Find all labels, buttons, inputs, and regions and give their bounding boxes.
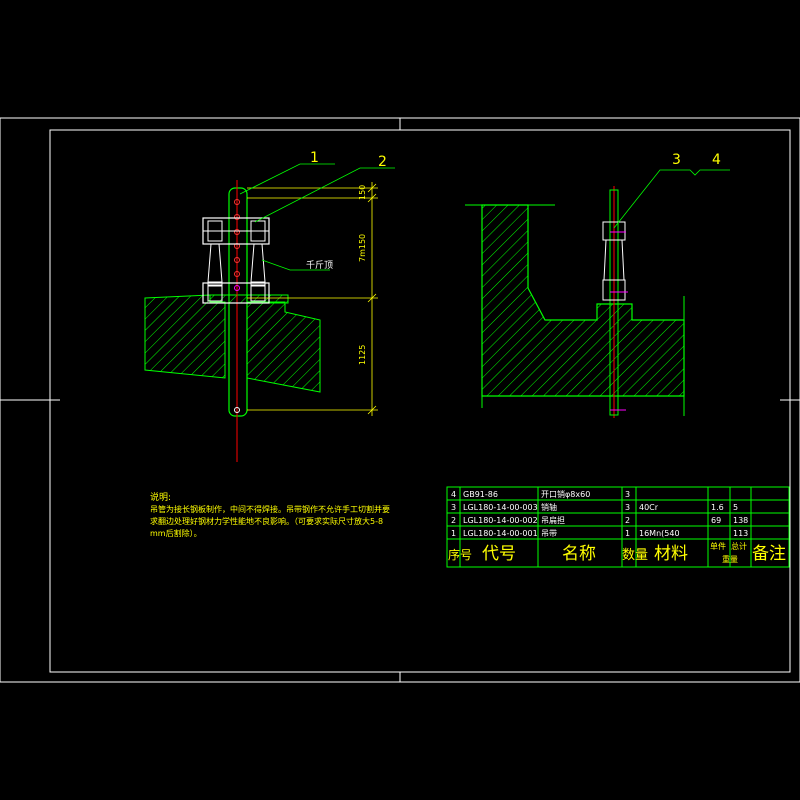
cad-drawing: 150 7m150 1125 1 2 千斤顶 3 4 说明: 吊管为接长钢板制作… (0, 117, 800, 683)
header-unit-weight: 单件 (710, 541, 726, 551)
bom-row-3-unit-weight: 1.6 (711, 503, 724, 512)
bom-row-2-qty: 2 (625, 516, 630, 525)
bom-row-4-name: 开口销φ8x60 (541, 489, 590, 499)
bom-row-3-material: 40Cr (639, 503, 659, 512)
callout-leaders-right (613, 169, 730, 229)
bom-row-1-qty: 1 (625, 529, 630, 538)
bom-row-1-material: 16Mn(540 (639, 529, 680, 538)
upper-lifting-beam (202, 217, 270, 245)
callout-4: 4 (712, 152, 721, 168)
notes-line-2: 求翻边处理好钢材力学性能地不良影响。（可要求实际尺寸放大5-8 (150, 516, 383, 526)
bom-row-1-no: 1 (451, 529, 456, 538)
bom-row-4-code: GB91-86 (463, 490, 498, 499)
notes-title: 说明: (150, 491, 171, 503)
bom-row-2-no: 2 (451, 516, 456, 525)
bom-row-1-code: LGL180-14-00-001 (463, 529, 538, 538)
bom-row-2-unit-weight: 69 (711, 516, 721, 525)
callout-3: 3 (672, 152, 681, 168)
bom-row-3-qty: 3 (625, 503, 630, 512)
header-total-weight: 总计 (731, 541, 747, 551)
bom-row-1-name: 吊带 (541, 529, 557, 538)
jack-left (207, 243, 223, 287)
jack-label: 千斤顶 (306, 260, 333, 271)
bom-row-2-name: 吊扁担 (541, 515, 565, 525)
header-name: 名称 (562, 544, 596, 564)
header-qty: 数量 (622, 548, 648, 563)
dim-1125: 1125 (358, 345, 367, 365)
left-view: 150 7m150 1125 1 2 千斤顶 (144, 150, 395, 462)
header-weight-label: 重量 (722, 554, 738, 564)
callout-2: 2 (378, 154, 387, 170)
dim-150: 150 (358, 185, 367, 200)
right-view: 3 4 (465, 152, 730, 418)
callout-1: 1 (310, 150, 319, 166)
notes-line-3: mm后割除）。 (150, 528, 202, 538)
bom-row-1-total-weight: 113 (733, 529, 748, 538)
bom-row-4-qty: 3 (625, 490, 630, 499)
header-no: 序号 (448, 547, 472, 562)
ground-block-left-a (144, 294, 226, 379)
bom-row-3-no: 3 (451, 503, 456, 512)
header-material: 材料 (654, 544, 688, 564)
header-remark: 备注 (752, 544, 786, 564)
bom-row-3-total-weight: 5 (733, 503, 738, 512)
header-code: 代号 (482, 544, 516, 564)
bom-row-2-total-weight: 138 (733, 516, 748, 525)
dim-7m150: 7m150 (358, 234, 367, 262)
ground-block-left-b (246, 301, 321, 393)
notes-line-1: 吊管为接长钢板制作，中间不得焊接。吊带钢作不允许手工切割并要 (150, 504, 390, 514)
notes-block: 说明: 吊管为接长钢板制作，中间不得焊接。吊带钢作不允许手工切割并要 求翻边处理… (150, 491, 390, 538)
sheet-border (0, 117, 800, 683)
bom-row-2-code: LGL180-14-00-002 (463, 516, 538, 525)
bom-row-4-no: 4 (451, 490, 456, 499)
bom-header: 序号 代号 名称 数量 材料 单件 总计 重量 备注 (448, 541, 786, 564)
pier-section (481, 204, 685, 397)
jack-right (250, 243, 266, 287)
bom-row-3-name: 销轴 (541, 502, 557, 512)
bom-row-3-code: LGL180-14-00-003 (463, 503, 538, 512)
